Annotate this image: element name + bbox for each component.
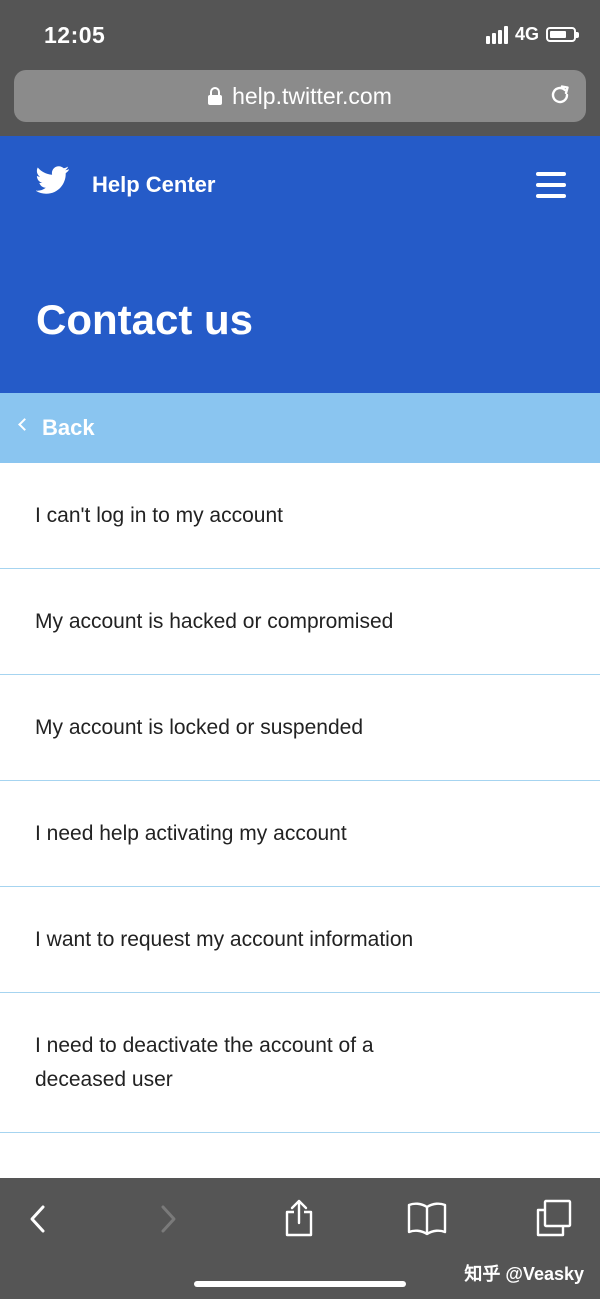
list-item[interactable]: I need help activating my account — [0, 781, 600, 887]
home-indicator — [194, 1281, 406, 1287]
hamburger-menu-icon[interactable] — [536, 172, 566, 198]
lock-icon — [208, 87, 223, 105]
help-center-link[interactable]: Help Center — [92, 172, 215, 198]
watermark: 知乎 @Veasky — [464, 1264, 584, 1284]
list-item-label: I need to deactivate the account of a de… — [35, 1034, 374, 1091]
back-link[interactable]: Back — [0, 393, 600, 463]
battery-icon — [546, 27, 579, 42]
reload-icon[interactable] — [548, 83, 572, 107]
network-type: 4G — [514, 24, 539, 44]
browser-address-area: help.twitter.com — [0, 64, 600, 136]
list-item-label: I need help activating my account — [35, 822, 347, 845]
site-header: Help Center Contact us — [0, 136, 600, 393]
list-item[interactable]: I can't log in to my account — [0, 463, 600, 569]
page-title: Contact us — [36, 296, 254, 343]
back-arrow-icon[interactable] — [28, 1204, 48, 1234]
address-bar[interactable]: help.twitter.com — [14, 70, 586, 122]
contact-topic-list: I can't log in to my account My account … — [0, 463, 600, 1133]
back-label: Back — [42, 415, 95, 440]
tabs-icon[interactable] — [534, 1198, 574, 1238]
url-text: help.twitter.com — [232, 82, 392, 109]
twitter-bird-icon[interactable] — [36, 166, 70, 194]
list-item-label: I want to request my account information — [35, 928, 414, 951]
status-time: 12:05 — [44, 22, 106, 48]
list-item-label: My account is hacked or compromised — [35, 610, 394, 633]
list-item[interactable]: I want to request my account information — [0, 887, 600, 993]
status-indicators: 4G — [485, 24, 579, 45]
chevron-left-icon — [18, 418, 31, 431]
list-item-label: I can't log in to my account — [35, 504, 283, 527]
forward-arrow-icon[interactable] — [158, 1204, 178, 1234]
browser-toolbar: 知乎 @Veasky — [0, 1178, 600, 1299]
list-item[interactable]: I need to deactivate the account of a de… — [0, 993, 600, 1133]
signal-icon — [485, 25, 508, 44]
list-item[interactable]: My account is hacked or compromised — [0, 569, 600, 675]
bookmarks-icon[interactable] — [406, 1200, 448, 1236]
share-icon[interactable] — [284, 1198, 314, 1238]
status-bar: 12:05 4G — [0, 0, 600, 64]
list-item-label: My account is locked or suspended — [35, 716, 364, 739]
list-item[interactable]: My account is locked or suspended — [0, 675, 600, 781]
